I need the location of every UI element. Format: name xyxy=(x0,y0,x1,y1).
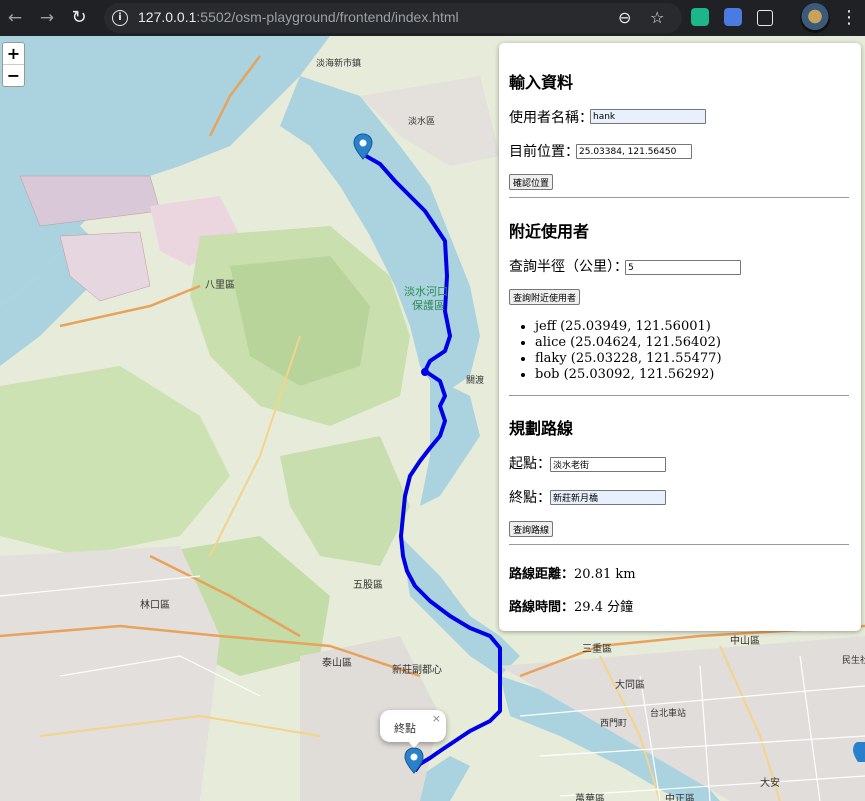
map-label: 淡水區 xyxy=(408,117,436,127)
extensions-puzzle-icon[interactable] xyxy=(757,10,773,26)
username-label: 使用者名稱： xyxy=(509,110,593,126)
extension-green-icon[interactable] xyxy=(691,8,709,26)
query-nearby-button[interactable]: 查詢附近使用者 xyxy=(509,289,581,305)
zoom-out-button[interactable]: − xyxy=(3,65,24,86)
control-panel: 輸入資料 使用者名稱： 目前位置： 確認位置 附近使用者 查詢半徑（公里）： 查… xyxy=(499,43,861,631)
popup-tip xyxy=(407,740,421,748)
bookmark-star-icon[interactable]: ☆ xyxy=(650,8,664,27)
query-route-button[interactable]: 查詢路線 xyxy=(509,521,554,537)
menu-kebab-icon[interactable]: ⋮ xyxy=(840,7,858,28)
map-label: 大安 xyxy=(760,778,780,789)
nearby-users-list: jeff (25.03949, 121.56001) alice (25.046… xyxy=(499,319,722,383)
map-label: 中正區 xyxy=(665,794,695,801)
reload-icon[interactable]: ↻ xyxy=(66,5,92,31)
map-label: 八里區 xyxy=(205,280,235,291)
map-label: 五股區 xyxy=(353,580,383,591)
end-input[interactable] xyxy=(550,490,666,505)
start-input[interactable] xyxy=(550,457,666,472)
map-label: 民生社 xyxy=(842,656,865,666)
address-bar[interactable]: i 127.0.0.1:5502/osm-playground/frontend… xyxy=(104,3,682,33)
input-section-title: 輸入資料 xyxy=(509,73,574,92)
radius-input[interactable] xyxy=(625,260,741,275)
route-distance: 路線距離：20.81 km xyxy=(509,563,636,582)
divider xyxy=(509,544,849,545)
end-marker-popup: 終點 × xyxy=(380,710,446,748)
profile-avatar[interactable] xyxy=(800,3,830,33)
map-label: 萬華區 xyxy=(575,794,605,801)
browser-toolbar: ← → ↻ i 127.0.0.1:5502/osm-playground/fr… xyxy=(0,0,865,36)
back-arrow-icon[interactable]: ← xyxy=(2,5,28,31)
map-label: 淡海新市鎮 xyxy=(316,59,362,69)
route-time: 路線時間：29.4 分鐘 xyxy=(509,596,633,615)
translate-extension-icon[interactable] xyxy=(724,8,742,26)
username-input[interactable] xyxy=(590,109,706,124)
popup-text: 終點 xyxy=(394,722,416,735)
map-label: 西門町 xyxy=(600,719,628,729)
forward-arrow-icon[interactable]: → xyxy=(34,5,60,31)
map-zoom-control: + − xyxy=(2,42,25,87)
location-input[interactable] xyxy=(576,144,692,159)
distance-value: 20.81 km xyxy=(574,567,636,582)
nearby-user-item: bob (25.03092, 121.56292) xyxy=(535,367,722,383)
time-label: 路線時間： xyxy=(509,600,575,615)
map-label: 大同區 xyxy=(615,680,645,691)
map-label: 三重區 xyxy=(582,644,612,655)
location-label: 目前位置： xyxy=(509,144,579,160)
map-label: 泰山區 xyxy=(322,658,352,669)
url-host: 127.0.0.1 xyxy=(138,9,197,25)
map-label: 林口區 xyxy=(140,600,170,611)
time-value: 29.4 分鐘 xyxy=(574,600,634,615)
url-path: :5502/osm-playground/frontend/index.html xyxy=(196,9,459,25)
site-info-icon[interactable]: i xyxy=(112,10,128,26)
nearby-user-item: flaky (25.03228, 121.55477) xyxy=(535,351,722,367)
map-label: 新莊副都心 xyxy=(392,665,442,676)
zoom-icon[interactable]: ⊖ xyxy=(618,8,631,27)
map-label: 中山區 xyxy=(730,636,760,647)
map-label: 台北車站 xyxy=(650,709,687,719)
distance-label: 路線距離： xyxy=(509,567,575,582)
confirm-location-button[interactable]: 確認位置 xyxy=(509,174,554,190)
radius-label: 查詢半徑（公里）： xyxy=(509,259,628,275)
zoom-in-button[interactable]: + xyxy=(3,43,24,65)
divider xyxy=(509,197,849,198)
start-label: 起點： xyxy=(509,456,551,472)
nearby-user-item: jeff (25.03949, 121.56001) xyxy=(535,319,722,335)
divider xyxy=(509,395,849,396)
url-text[interactable]: 127.0.0.1:5502/osm-playground/frontend/i… xyxy=(138,9,459,25)
map-label: 保護區 xyxy=(412,299,445,312)
route-section-title: 規劃路線 xyxy=(509,419,574,438)
end-label: 終點： xyxy=(509,490,551,506)
popup-close-icon[interactable]: × xyxy=(432,712,441,725)
nearby-section-title: 附近使用者 xyxy=(509,222,590,241)
map-label: 關渡 xyxy=(466,376,485,386)
nearby-user-item: alice (25.04624, 121.56402) xyxy=(535,335,722,351)
